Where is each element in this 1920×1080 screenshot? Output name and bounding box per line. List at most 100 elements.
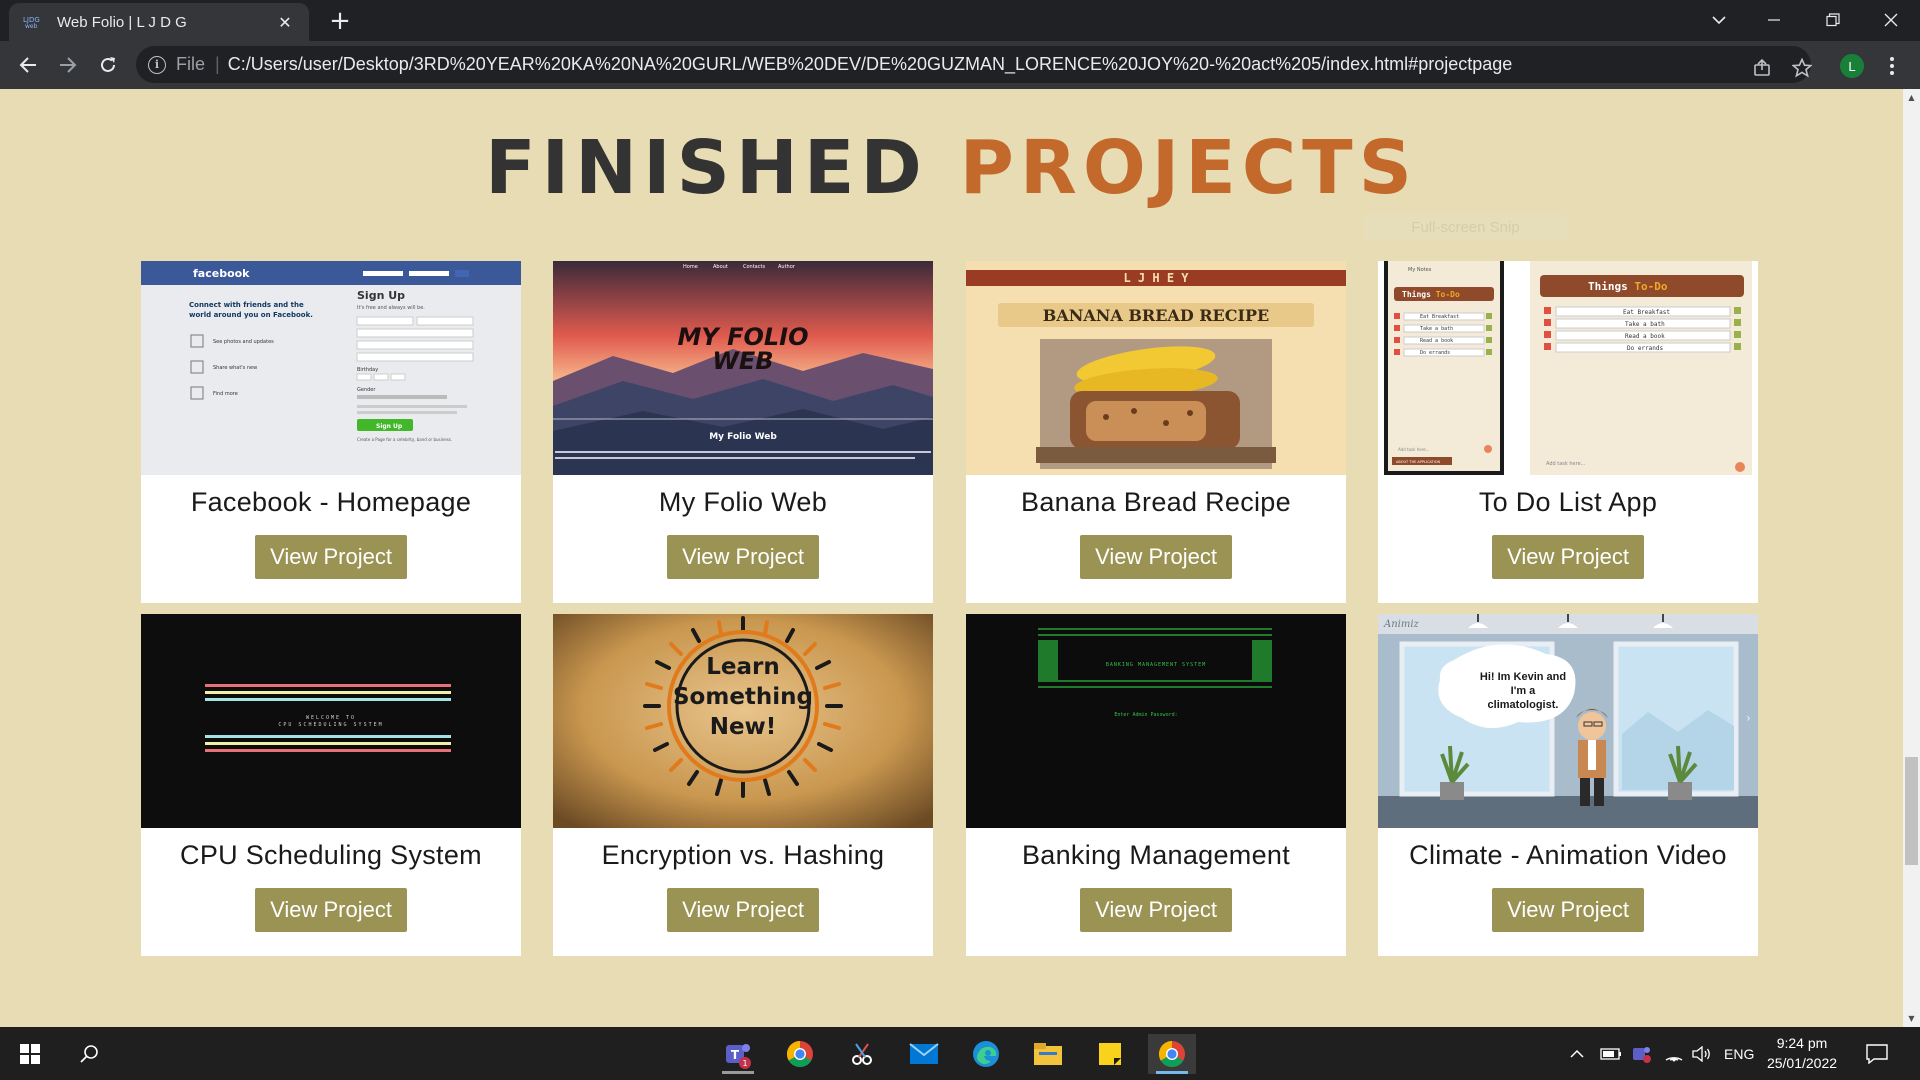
- snipping-tool-icon[interactable]: [838, 1034, 886, 1074]
- browser-tab[interactable]: LJDG web Web Folio | L J D G ✕: [9, 3, 309, 41]
- project-card-facebook: facebook Connect with friends and the wo…: [141, 261, 521, 603]
- svg-text:Sign Up: Sign Up: [357, 289, 405, 302]
- info-icon[interactable]: i: [148, 55, 166, 74]
- tab-search-icon[interactable]: [1702, 8, 1736, 32]
- project-thumbnail[interactable]: BANKING MANAGEMENT SYSTEM Enter Admin Pa…: [966, 614, 1346, 828]
- project-thumbnail[interactable]: WELCOME TO CPU SCHEDULING SYSTEM: [141, 614, 521, 828]
- project-title: My Folio Web: [658, 487, 828, 517]
- view-project-button[interactable]: View Project: [255, 535, 407, 579]
- notification-icon[interactable]: [1866, 1027, 1888, 1080]
- scroll-down-icon[interactable]: ▼: [1903, 1010, 1920, 1027]
- view-project-button[interactable]: View Project: [667, 888, 819, 932]
- ljdg-favicon-icon: LJDG web: [23, 14, 45, 30]
- svg-text:Eat Breakfast: Eat Breakfast: [1420, 314, 1459, 320]
- system-clock[interactable]: 9:24 pm 25/01/2022: [1760, 1033, 1844, 1073]
- page-scrollbar[interactable]: ▲ ▼: [1903, 89, 1920, 1027]
- svg-text:Things To-Do: Things To-Do: [1402, 289, 1460, 299]
- svg-text:My Folio Web: My Folio Web: [709, 432, 777, 442]
- teams-icon[interactable]: T1: [714, 1034, 762, 1074]
- back-icon[interactable]: [12, 49, 44, 81]
- svg-text:Find more: Find more: [213, 391, 238, 397]
- reload-icon[interactable]: [92, 49, 124, 81]
- svg-text:Hi! Im Kevin and: Hi! Im Kevin and: [1480, 671, 1566, 683]
- url-text[interactable]: C:/Users/user/Desktop/3RD%20YEAR%20KA%20…: [228, 54, 1799, 75]
- profile-avatar[interactable]: L: [1840, 54, 1864, 78]
- windows-taskbar: T1 ENG 9:24 pm 25/01/2022: [0, 1027, 1920, 1080]
- address-bar[interactable]: i File | C:/Users/user/Desktop/3RD%20YEA…: [136, 46, 1811, 83]
- svg-text:WEB: WEB: [712, 347, 773, 375]
- heading-word-projects: PROJECTS: [959, 125, 1418, 211]
- view-project-button[interactable]: View Project: [255, 888, 407, 932]
- clock-time: 9:24 pm: [1776, 1035, 1828, 1051]
- section-heading: FINISHED PROJECTS: [0, 125, 1903, 211]
- project-card-todo: My Notes Things To-Do Eat Breakfast Take…: [1378, 261, 1758, 603]
- plus-icon[interactable]: +: [324, 6, 356, 38]
- view-project-button[interactable]: View Project: [1492, 535, 1644, 579]
- battery-icon[interactable]: [1600, 1027, 1622, 1080]
- mail-icon[interactable]: [900, 1034, 948, 1074]
- view-project-button[interactable]: View Project: [1080, 535, 1232, 579]
- teams-tray-icon[interactable]: [1632, 1027, 1652, 1080]
- project-card-climate: Animiz Hi! Im Kevin and I'm a climatolog…: [1378, 614, 1758, 956]
- project-thumbnail[interactable]: Animiz Hi! Im Kevin and I'm a climatolog…: [1378, 614, 1758, 828]
- edge-icon[interactable]: [962, 1034, 1010, 1074]
- project-title: Facebook - Homepage: [190, 487, 472, 517]
- svg-text:About: About: [713, 264, 728, 270]
- svg-text:BANANA BREAD RECIPE: BANANA BREAD RECIPE: [1043, 306, 1269, 325]
- project-title: Banana Bread Recipe: [1021, 487, 1291, 517]
- chrome-icon[interactable]: [1148, 1034, 1196, 1074]
- search-icon[interactable]: [65, 1034, 113, 1074]
- svg-text:Read a book: Read a book: [1420, 338, 1453, 344]
- file-explorer-icon[interactable]: [1024, 1034, 1072, 1074]
- page-viewport: FINISHED PROJECTS Full-screen Snip faceb…: [0, 89, 1903, 1027]
- svg-text:I'm a: I'm a: [1511, 685, 1537, 697]
- project-thumbnail[interactable]: facebook Connect with friends and the wo…: [141, 261, 521, 475]
- svg-text:My Notes: My Notes: [1408, 267, 1432, 273]
- clock-date: 25/01/2022: [1766, 1055, 1838, 1071]
- project-card-banking: BANKING MANAGEMENT SYSTEM Enter Admin Pa…: [966, 614, 1346, 956]
- tab-title: Web Folio | L J D G: [57, 13, 187, 31]
- project-title: CPU Scheduling System: [180, 840, 482, 870]
- project-card-encryption: Learn Something New! Encryption vs. Hash…: [553, 614, 933, 956]
- fb-brand: facebook: [193, 267, 250, 280]
- project-card-folio: Home About Contacts Author MY FOLIO WEB …: [553, 261, 933, 603]
- windows-start-icon[interactable]: [6, 1034, 54, 1074]
- svg-text:Contacts: Contacts: [743, 264, 765, 270]
- chrome-icon[interactable]: [776, 1034, 824, 1074]
- svg-text:web: web: [25, 23, 38, 29]
- project-title: Banking Management: [1021, 840, 1291, 870]
- project-title: To Do List App: [1478, 487, 1658, 517]
- restore-icon[interactable]: [1804, 0, 1862, 40]
- sticky-notes-icon[interactable]: [1086, 1034, 1134, 1074]
- project-thumbnail[interactable]: Learn Something New!: [553, 614, 933, 828]
- project-card-cpu: WELCOME TO CPU SCHEDULING SYSTEM CPU Sch…: [141, 614, 521, 956]
- view-project-button[interactable]: View Project: [1080, 888, 1232, 932]
- minimize-icon[interactable]: [1745, 0, 1803, 40]
- bookmark-star-icon[interactable]: [1791, 57, 1813, 79]
- svg-text:world around you on Facebook.: world around you on Facebook.: [189, 311, 313, 319]
- teams-badge: 1: [742, 1059, 747, 1068]
- project-thumbnail[interactable]: My Notes Things To-Do Eat Breakfast Take…: [1378, 261, 1758, 475]
- svg-text:Connect with friends and the: Connect with friends and the: [189, 301, 304, 309]
- svg-text:ABOUT THE APPLICATION: ABOUT THE APPLICATION: [1396, 460, 1440, 464]
- wifi-icon[interactable]: [1664, 1027, 1684, 1080]
- scroll-up-icon[interactable]: ▲: [1903, 89, 1920, 106]
- svg-text:Create a Page for a celebrity,: Create a Page for a celebrity, band or b…: [357, 437, 452, 442]
- volume-icon[interactable]: [1692, 1027, 1712, 1080]
- view-project-button[interactable]: View Project: [1492, 888, 1644, 932]
- browser-menu-icon[interactable]: [1884, 55, 1900, 77]
- forward-icon[interactable]: [52, 49, 84, 81]
- project-thumbnail[interactable]: Home About Contacts Author MY FOLIO WEB …: [553, 261, 933, 475]
- close-icon[interactable]: [1862, 0, 1920, 40]
- language-indicator[interactable]: ENG: [1724, 1027, 1754, 1080]
- chevron-up-icon[interactable]: [1570, 1027, 1584, 1080]
- close-icon[interactable]: ✕: [275, 13, 295, 32]
- svg-text:CPU SCHEDULING SYSTEM: CPU SCHEDULING SYSTEM: [278, 722, 383, 728]
- project-thumbnail[interactable]: L J H E Y BANANA BREAD RECIPE: [966, 261, 1346, 475]
- view-project-button[interactable]: View Project: [667, 535, 819, 579]
- share-icon[interactable]: [1751, 57, 1773, 79]
- address-separator: |: [215, 54, 220, 74]
- svg-text:Eat Breakfast: Eat Breakfast: [1623, 309, 1670, 316]
- scrollbar-thumb[interactable]: [1905, 757, 1918, 865]
- svg-text:Birthday: Birthday: [357, 367, 378, 373]
